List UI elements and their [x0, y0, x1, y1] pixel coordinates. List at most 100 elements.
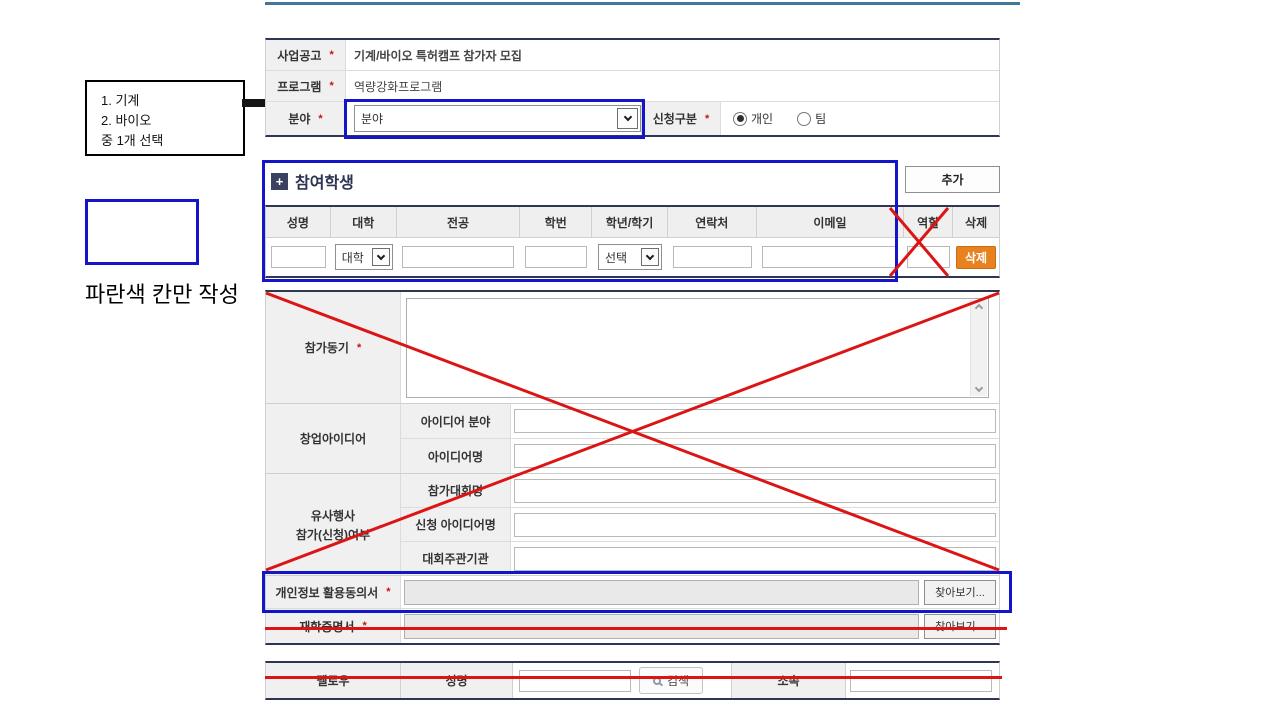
scroll-down-icon[interactable]	[975, 383, 983, 391]
delete-row-button[interactable]: 삭제	[956, 246, 996, 269]
radio-unselected-icon[interactable]	[797, 112, 811, 126]
required-asterisk: *	[386, 586, 390, 598]
privacy-file-field[interactable]	[404, 580, 919, 605]
radio-selected-icon[interactable]	[733, 112, 747, 126]
applied-idea-name-input[interactable]	[514, 513, 996, 537]
students-header-row: 성명 대학 전공 학번 학년/학기 연락처 이메일 역할 삭제	[266, 207, 999, 238]
privacy-consent-label: 개인정보 활용동의서 *	[266, 576, 401, 608]
col-university: 대학	[331, 207, 397, 237]
idea-name-input[interactable]	[514, 444, 996, 468]
required-asterisk: *	[329, 80, 333, 92]
major-input[interactable]	[402, 246, 514, 268]
student-id-input[interactable]	[525, 246, 587, 268]
col-name: 성명	[266, 207, 331, 237]
competition-name-input[interactable]	[514, 479, 996, 503]
idea-field-row: 아이디어 분야	[401, 404, 999, 439]
blue-only-note: 파란색 칸만 작성	[85, 281, 240, 310]
business-announcement-label: 사업공고 *	[266, 40, 346, 70]
fellow-affiliation-input[interactable]	[850, 670, 992, 692]
motivation-textarea[interactable]	[406, 298, 989, 398]
motivation-label: 참가동기 *	[266, 292, 401, 403]
textarea-scrollbar[interactable]	[970, 300, 987, 396]
required-asterisk: *	[357, 342, 361, 354]
col-year-semester: 학년/학기	[592, 207, 668, 237]
applied-idea-name-label: 신청 아이디어명	[401, 508, 511, 541]
row-program: 프로그램 * 역량강화프로그램	[266, 71, 999, 102]
note-line: 중 1개 선택	[101, 131, 243, 151]
scroll-up-icon[interactable]	[975, 303, 983, 311]
note-line: 1. 기계	[101, 91, 243, 111]
motivation-cell	[401, 292, 999, 403]
top-form-table: 사업공고 * 기계/바이오 특허캠프 참가자 모집 프로그램 * 역량강화프로그…	[265, 38, 1000, 137]
host-organization-input[interactable]	[514, 547, 996, 571]
required-asterisk: *	[318, 113, 322, 125]
program-value: 역량강화프로그램	[346, 71, 999, 101]
motivation-row: 참가동기 *	[266, 292, 999, 404]
applied-idea-name-row: 신청 아이디어명	[401, 508, 999, 542]
col-student-id: 학번	[520, 207, 592, 237]
chevron-down-icon	[617, 108, 638, 129]
field-choice-note: 1. 기계 2. 바이오 중 1개 선택	[85, 80, 245, 156]
add-student-button[interactable]: 추가	[905, 166, 1000, 193]
fellow-label: 펠로우	[266, 663, 401, 698]
contact-input[interactable]	[673, 246, 752, 268]
idea-field-label: 아이디어 분야	[401, 404, 511, 438]
fellow-affiliation-cell	[846, 663, 999, 698]
similar-event-label: 유사행사 참가(신청)여부	[266, 474, 401, 575]
fellow-affiliation-label: 소속	[731, 663, 846, 698]
row-field: 분야 * 분야 신청구분 * 개인 팀	[266, 102, 999, 135]
blue-legend-box	[85, 199, 199, 265]
similar-event-group: 유사행사 참가(신청)여부 참가대회명 신청 아이디어명 대회주관기관	[266, 474, 999, 576]
privacy-consent-cell: 찾아보기...	[401, 576, 999, 608]
enrollment-cert-row: 재학증명서 * 찾아보기...	[266, 609, 999, 643]
application-form-page: 1. 기계 2. 바이오 중 1개 선택 파란색 칸만 작성 사업공고 * 기계…	[0, 0, 1280, 720]
privacy-browse-button[interactable]: 찾아보기...	[924, 580, 996, 605]
idea-name-row: 아이디어명	[401, 439, 999, 473]
fellow-search-button[interactable]: 검색	[639, 667, 703, 694]
col-contact: 연락처	[668, 207, 757, 237]
enrollment-browse-button[interactable]: 찾아보기...	[924, 614, 996, 639]
radio-team[interactable]: 팀	[797, 110, 826, 127]
students-section-title: + 참여학생	[271, 169, 354, 193]
row-business-announcement: 사업공고 * 기계/바이오 특허캠프 참가자 모집	[266, 40, 999, 71]
required-asterisk: *	[329, 49, 333, 61]
col-major: 전공	[397, 207, 521, 237]
email-input[interactable]	[762, 246, 898, 268]
field-label: 분야 *	[266, 102, 346, 135]
university-select[interactable]: 대학	[335, 244, 393, 270]
student-input-row: 대학 선택 삭제	[266, 238, 999, 276]
fellow-table: 펠로우 성명 검색 소속	[265, 661, 1000, 700]
role-input[interactable]	[907, 246, 950, 268]
fellow-name-input[interactable]	[519, 670, 631, 692]
competition-name-row: 참가대회명	[401, 474, 999, 508]
name-input[interactable]	[271, 246, 326, 268]
field-select[interactable]: 분야	[354, 105, 641, 132]
competition-name-label: 참가대회명	[401, 474, 511, 507]
chevron-down-icon	[372, 248, 390, 266]
business-announcement-value: 기계/바이오 특허캠프 참가자 모집	[346, 40, 999, 70]
privacy-consent-row: 개인정보 활용동의서 * 찾아보기...	[266, 576, 999, 609]
startup-idea-label: 창업아이디어	[266, 404, 401, 473]
idea-name-label: 아이디어명	[401, 439, 511, 473]
students-table: 성명 대학 전공 학번 학년/학기 연락처 이메일 역할 삭제 대학 선택	[265, 205, 1000, 278]
students-title-text: 참여학생	[295, 169, 354, 193]
col-role: 역할	[904, 207, 953, 237]
apply-type-radios: 개인 팀	[721, 102, 999, 135]
required-asterisk: *	[705, 113, 709, 125]
startup-idea-group: 창업아이디어 아이디어 분야 아이디어명	[266, 404, 999, 474]
enrollment-file-field[interactable]	[404, 614, 919, 639]
program-label: 프로그램 *	[266, 71, 346, 101]
col-email: 이메일	[757, 207, 905, 237]
required-asterisk: *	[362, 620, 366, 632]
year-semester-select[interactable]: 선택	[598, 244, 662, 270]
fellow-name-label: 성명	[401, 663, 513, 698]
host-organization-label: 대회주관기관	[401, 542, 511, 575]
note-line: 2. 바이오	[101, 111, 243, 131]
plus-icon: +	[271, 173, 288, 190]
col-delete: 삭제	[953, 207, 999, 237]
idea-field-input[interactable]	[514, 409, 996, 433]
enrollment-cert-label: 재학증명서 *	[266, 609, 401, 643]
radio-individual[interactable]: 개인	[733, 110, 773, 127]
chevron-down-icon	[641, 248, 659, 266]
detail-form-table: 참가동기 * 창업아이디어 아이디어 분야 아	[265, 290, 1000, 645]
